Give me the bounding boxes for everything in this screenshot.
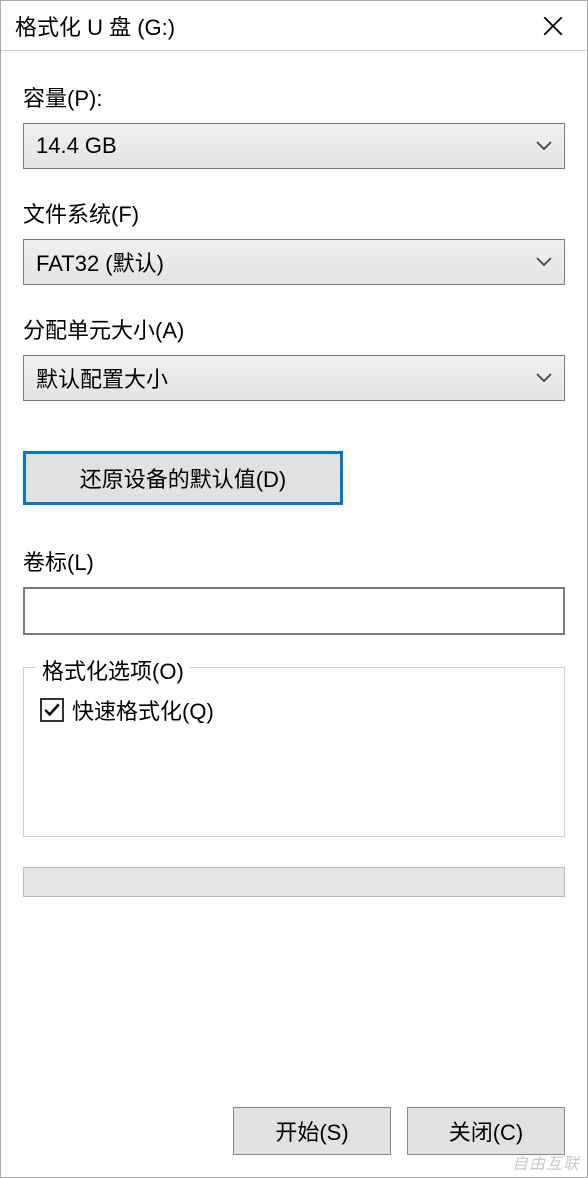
allocation-dropdown[interactable]: 默认配置大小 bbox=[23, 355, 565, 401]
restore-defaults-button[interactable]: 还原设备的默认值(D) bbox=[23, 451, 343, 505]
quick-format-checkbox[interactable] bbox=[40, 698, 64, 722]
close-icon[interactable] bbox=[531, 4, 575, 48]
chevron-down-icon bbox=[536, 141, 552, 151]
capacity-dropdown[interactable]: 14.4 GB bbox=[23, 123, 565, 169]
filesystem-value: FAT32 (默认) bbox=[36, 246, 164, 278]
progress-bar bbox=[23, 867, 565, 897]
window-title: 格式化 U 盘 (G:) bbox=[15, 10, 175, 42]
dialog-content: 容量(P): 14.4 GB 文件系统(F) FAT32 (默认) 分配单元大小… bbox=[1, 51, 587, 1177]
close-button[interactable]: 关闭(C) bbox=[407, 1107, 565, 1155]
capacity-value: 14.4 GB bbox=[36, 133, 117, 159]
close-button-label: 关闭(C) bbox=[449, 1115, 524, 1147]
titlebar: 格式化 U 盘 (G:) bbox=[1, 1, 587, 51]
start-button[interactable]: 开始(S) bbox=[233, 1107, 391, 1155]
chevron-down-icon bbox=[536, 373, 552, 383]
restore-defaults-label: 还原设备的默认值(D) bbox=[80, 462, 287, 494]
format-options-legend: 格式化选项(O) bbox=[36, 654, 190, 686]
format-options-group: 格式化选项(O) 快速格式化(Q) bbox=[23, 667, 565, 837]
format-dialog: 格式化 U 盘 (G:) 容量(P): 14.4 GB 文件系统(F) FAT3… bbox=[0, 0, 588, 1178]
start-button-label: 开始(S) bbox=[275, 1115, 348, 1147]
action-buttons: 开始(S) 关闭(C) bbox=[23, 1107, 565, 1155]
volume-input[interactable] bbox=[23, 587, 565, 635]
capacity-label: 容量(P): bbox=[23, 81, 565, 113]
filesystem-dropdown[interactable]: FAT32 (默认) bbox=[23, 239, 565, 285]
allocation-value: 默认配置大小 bbox=[36, 362, 168, 394]
quick-format-row: 快速格式化(Q) bbox=[40, 694, 548, 726]
volume-label: 卷标(L) bbox=[23, 545, 565, 577]
filesystem-label: 文件系统(F) bbox=[23, 197, 565, 229]
chevron-down-icon bbox=[536, 257, 552, 267]
quick-format-label: 快速格式化(Q) bbox=[72, 694, 214, 726]
allocation-label: 分配单元大小(A) bbox=[23, 313, 565, 345]
